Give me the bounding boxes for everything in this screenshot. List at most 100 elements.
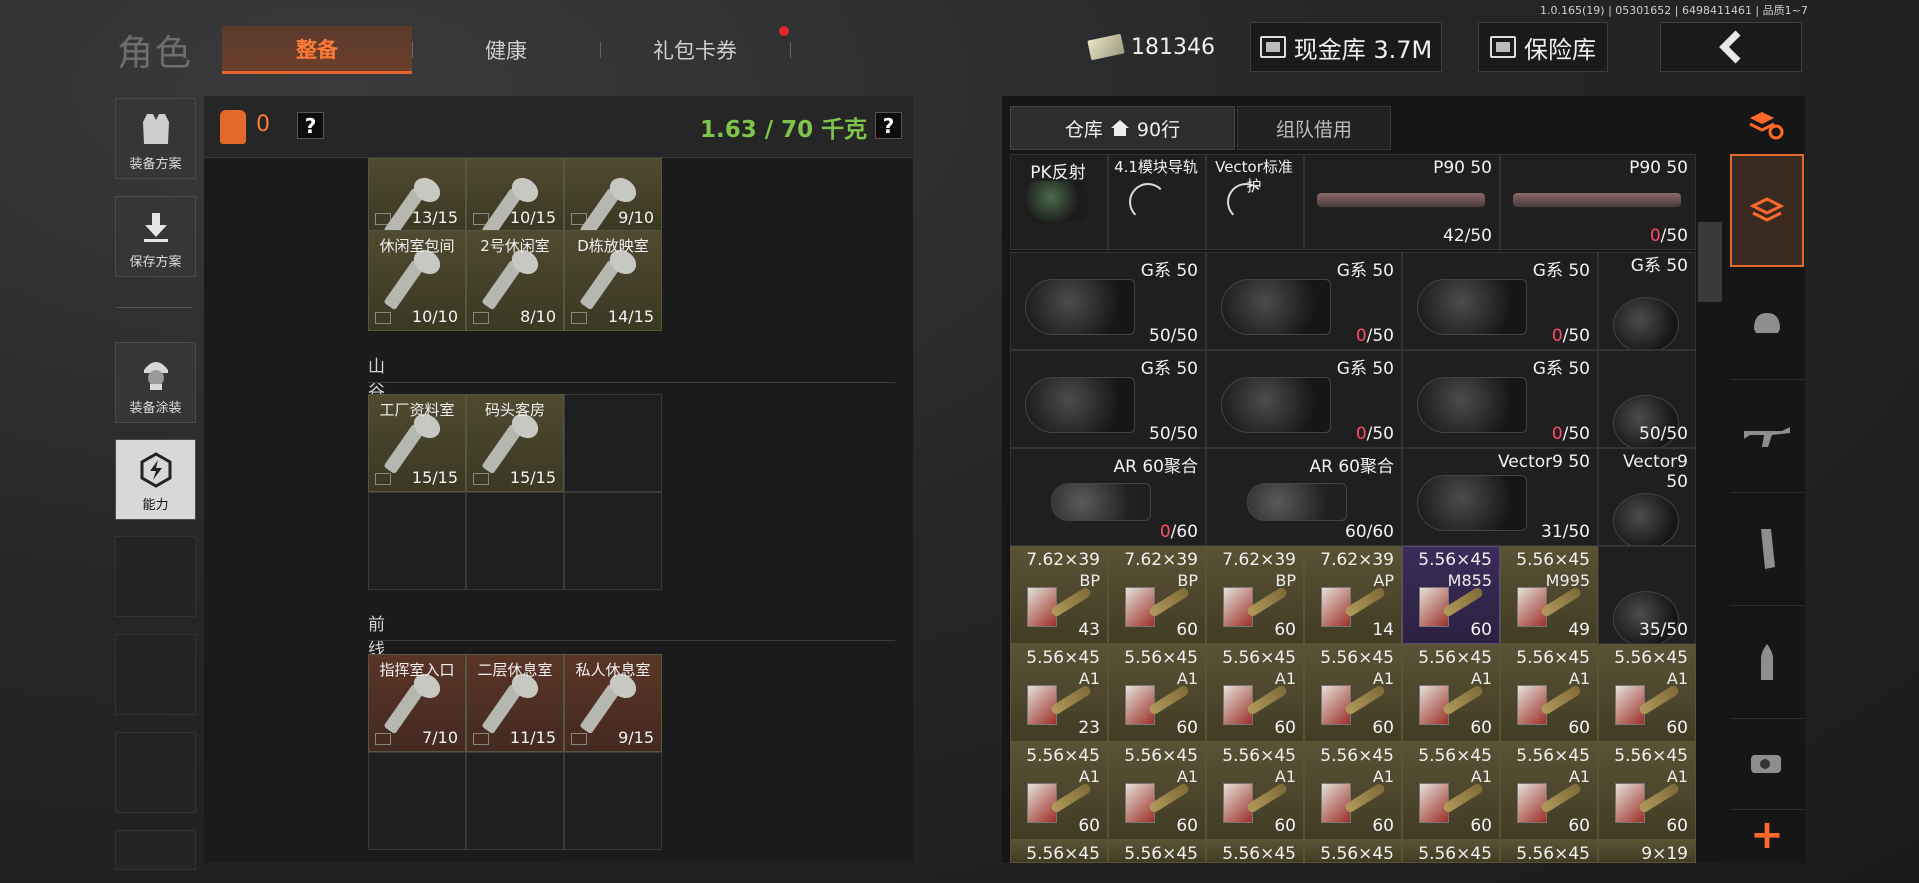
backpack-count: 0 — [256, 112, 270, 137]
version-info: 1.0.165(19) | 05301652 | 6498411461 | 品质… — [1540, 4, 1808, 17]
key-item[interactable]: 私人休息室 9/15 — [564, 654, 662, 752]
warehouse-item[interactable]: AR 60聚合 0/60 — [1010, 448, 1206, 546]
filter-weapon-button[interactable] — [1730, 380, 1804, 493]
key-item[interactable]: 二层休息室 11/15 — [466, 654, 564, 752]
warehouse-item[interactable]: G系 50 0/50 — [1402, 252, 1598, 350]
item-name: 5.56×45 — [1418, 746, 1492, 766]
filter-all-button[interactable] — [1730, 154, 1804, 267]
warehouse-item[interactable]: 5.56×45 A1 60 — [1500, 644, 1598, 742]
warehouse-item[interactable]: G系 50 50/50 — [1010, 252, 1206, 350]
key-item[interactable]: 码头客房 15/15 — [466, 394, 564, 492]
warehouse-item[interactable]: 5.56×45 A1 60 — [1304, 742, 1402, 840]
warehouse-item[interactable]: 5.56×45 M995 49 — [1500, 546, 1598, 644]
loadout-plan-button[interactable]: 装备方案 — [115, 98, 196, 179]
key-item[interactable]: 2号休闲室 8/10 — [466, 230, 564, 331]
warehouse-item[interactable]: 50/50 — [1598, 350, 1696, 448]
ammo-type: A1 — [1470, 767, 1492, 786]
item-count: 60 — [1372, 718, 1394, 738]
warehouse-item[interactable]: P90 50 42/50 — [1304, 154, 1500, 250]
warehouse-item[interactable]: AR 60聚合 60/60 — [1206, 448, 1402, 546]
warehouse-item[interactable]: G系 50 — [1598, 252, 1696, 350]
item-name: Vector9 50 — [1623, 452, 1688, 492]
item-name: 7.62×39 — [1320, 550, 1394, 570]
key-item[interactable]: 13/15 — [368, 158, 466, 232]
warehouse-item[interactable]: Vector标准护 — [1206, 154, 1304, 250]
warehouse-item[interactable]: 5.56×45 A1 60 — [1010, 742, 1108, 840]
filter-ammo-button[interactable] — [1730, 606, 1804, 719]
filter-attachment-button[interactable] — [1730, 719, 1804, 810]
key-name: 休闲室包间 — [379, 237, 455, 255]
add-button[interactable]: + — [1730, 810, 1804, 860]
warehouse-item[interactable]: 5.56×45 A1 60 — [1598, 742, 1696, 840]
warehouse-item[interactable]: 5.56×45 A1 60 — [1206, 742, 1304, 840]
warehouse-item[interactable]: 7.62×39 BP 60 — [1108, 546, 1206, 644]
ability-button[interactable]: 能力 — [115, 439, 196, 520]
warehouse-item[interactable]: 5.56×45 A1 60 — [1402, 742, 1500, 840]
item-name: 5.56×45 — [1124, 746, 1198, 766]
stack-refresh-icon — [1749, 112, 1784, 140]
warehouse-item[interactable]: 5.56×45 A1 60 — [1598, 644, 1696, 742]
warehouse-item[interactable]: 5.56×45 — [1304, 840, 1402, 863]
weight-help-button[interactable]: ? — [875, 112, 902, 139]
warehouse-item[interactable]: G系 50 0/50 — [1402, 350, 1598, 448]
item-name: 7.62×39 — [1222, 550, 1296, 570]
key-item[interactable]: 指挥室入口 7/10 — [368, 654, 466, 752]
warehouse-item[interactable]: 5.56×45 M855 60 — [1402, 546, 1500, 644]
warehouse-item[interactable]: 5.56×45 — [1206, 840, 1304, 863]
warehouse-item[interactable]: P90 50 0/50 — [1500, 154, 1696, 250]
warehouse-item[interactable]: 5.56×45 A1 60 — [1500, 742, 1598, 840]
help-button[interactable]: ? — [297, 112, 324, 139]
warehouse-item[interactable]: 5.56×45 — [1010, 840, 1108, 863]
red-dot-sight-icon — [1751, 755, 1781, 773]
gear-skin-button[interactable]: 装备涂装 — [115, 342, 196, 423]
item-name: 5.56×45 — [1320, 648, 1394, 668]
tab-warehouse[interactable]: 仓库 90行 — [1010, 106, 1235, 150]
warehouse-item[interactable]: 5.56×45 A1 60 — [1108, 644, 1206, 742]
back-button[interactable] — [1660, 22, 1802, 72]
key-item[interactable]: 10/15 — [466, 158, 564, 232]
key-item[interactable]: 9/10 — [564, 158, 662, 232]
tab-health[interactable]: 健康 — [420, 26, 592, 74]
warehouse-item[interactable]: G系 50 0/50 — [1206, 350, 1402, 448]
empty-slot — [115, 732, 196, 813]
tab-gear[interactable]: 整备 — [222, 26, 412, 74]
warehouse-item[interactable]: 7.62×39 BP 60 — [1206, 546, 1304, 644]
stack-refresh-button[interactable] — [1727, 96, 1805, 154]
warehouse-item[interactable]: 5.56×45 A1 23 — [1010, 644, 1108, 742]
warehouse-item[interactable]: 35/50 — [1598, 546, 1696, 644]
filter-helmet-button[interactable] — [1730, 267, 1804, 380]
warehouse-item[interactable]: 7.62×39 BP 43 — [1010, 546, 1108, 644]
warehouse-item[interactable]: PK反射 — [1010, 154, 1108, 250]
warehouse-item[interactable]: 5.56×45 A1 60 — [1304, 644, 1402, 742]
warehouse-item[interactable]: G系 50 0/50 — [1206, 252, 1402, 350]
scrollbar-thumb[interactable] — [1698, 222, 1722, 302]
warehouse-item[interactable]: 5.56×45 A1 60 — [1206, 644, 1304, 742]
tab-gift-cards[interactable]: 礼包卡券 — [600, 26, 790, 74]
warehouse-item[interactable]: 5.56×45 A1 60 — [1108, 742, 1206, 840]
key-item[interactable]: 休闲室包间 10/10 — [368, 230, 466, 331]
safe-icon — [1490, 36, 1516, 58]
safe-vault-button[interactable]: 保险库 — [1478, 22, 1608, 72]
filter-magazine-button[interactable] — [1730, 493, 1804, 606]
warehouse-item[interactable]: 5.56×45 — [1108, 840, 1206, 863]
warehouse-item[interactable]: 7.62×39 AP 14 — [1304, 546, 1402, 644]
warehouse-item[interactable]: 5.56×45 — [1500, 840, 1598, 863]
tab-team-borrow[interactable]: 组队借用 — [1237, 106, 1391, 150]
warehouse-item[interactable]: 9×19 — [1598, 840, 1696, 863]
warehouse-item[interactable]: 5.56×45 A1 60 — [1402, 644, 1500, 742]
count-current: 0 — [1355, 424, 1367, 444]
save-plan-button[interactable]: 保存方案 — [115, 196, 196, 277]
item-name: 7.62×39 — [1124, 550, 1198, 570]
warehouse-item[interactable]: Vector9 50 31/50 — [1402, 448, 1598, 546]
warehouse-item[interactable]: Vector9 50 — [1598, 448, 1696, 546]
key-item[interactable]: D栋放映室 14/15 — [564, 230, 662, 331]
ammo-type: BP — [1079, 571, 1100, 590]
warehouse-item[interactable]: 5.56×45 — [1402, 840, 1500, 863]
warehouse-item[interactable]: 4.1模块导轨 — [1108, 154, 1206, 250]
durability-icon — [473, 312, 489, 324]
drum-icon — [1417, 475, 1527, 531]
warehouse-item[interactable]: G系 50 50/50 — [1010, 350, 1206, 448]
cash-vault-button[interactable]: 现金库 3.7M — [1250, 22, 1442, 72]
key-item[interactable]: 工厂资料室 15/15 — [368, 394, 466, 492]
drum-icon — [1221, 377, 1331, 433]
